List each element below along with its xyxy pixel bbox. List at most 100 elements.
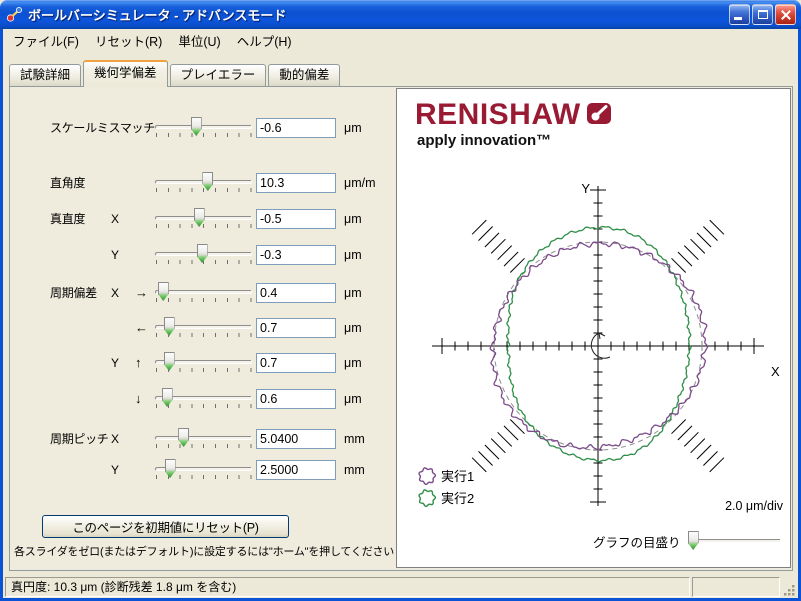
x-axis-label: X — [771, 364, 780, 379]
resize-grip[interactable] — [782, 583, 796, 597]
title-bar[interactable]: ボールバーシミュレータ - アドバンスモード — [0, 0, 801, 29]
unit-label: mm — [344, 427, 365, 451]
slider-track[interactable] — [155, 290, 252, 294]
input-squareness[interactable] — [256, 173, 336, 193]
menu-bar: ファイル(F) リセット(R) 単位(U) ヘルプ(H) — [3, 29, 798, 52]
menu-reset[interactable]: リセット(R) — [87, 28, 170, 53]
slider-thumb[interactable] — [688, 531, 699, 550]
row-straightness-y: Y μm — [0, 243, 396, 267]
tab-test-details[interactable]: 試験詳細 — [9, 64, 81, 86]
plot-panel: RENISHAW apply innovation™ Y X 実行1 実行2 2… — [396, 88, 791, 568]
slider-track[interactable] — [155, 125, 252, 129]
status-roundness-text: 真円度: 10.3 μm (診断残差 1.8 μm を含む) — [5, 577, 690, 597]
row-squareness: 直角度 μm/m — [0, 171, 396, 195]
app-window: ボールバーシミュレータ - アドバンスモード ファイル(F) リセット(R) 単… — [0, 0, 801, 601]
slider-track[interactable] — [155, 436, 252, 440]
slider-ticks — [156, 188, 252, 192]
close-icon — [780, 14, 792, 16]
reset-page-button[interactable]: このページを初期値にリセット(P) — [42, 515, 289, 538]
graph-scale-slider[interactable] — [689, 530, 781, 554]
slider-cyclic-error-x-backward[interactable] — [155, 316, 252, 340]
slider-hint-text: 各スライダをゼロ(またはデフォルト)に設定するには"ホーム"を押してください — [14, 543, 390, 559]
slider-cyclic-error-x-forward[interactable] — [155, 281, 252, 305]
arrow-down-icon: ↓ — [135, 387, 142, 411]
slider-cyclic-pitch-x[interactable] — [155, 427, 252, 451]
label-straightness: 真直度 — [50, 207, 85, 231]
slider-ticks — [156, 224, 252, 228]
slider-ticks — [156, 260, 252, 264]
arrow-left-icon: ← — [135, 316, 148, 340]
graph-scale-label: グラフの目盛り — [593, 530, 681, 556]
axis-letter-y: Y — [111, 243, 119, 267]
slider-ticks — [156, 298, 252, 302]
legend-run1-label: 実行1 — [441, 469, 474, 484]
minimize-icon — [734, 17, 742, 20]
graph-scale-row: グラフの目盛り — [397, 530, 792, 556]
slider-scale-mismatch[interactable] — [155, 116, 252, 140]
slider-straightness-y[interactable] — [155, 243, 252, 267]
unit-label: mm — [344, 458, 365, 482]
unit-label: μm — [344, 281, 362, 305]
axis-letter-x: X — [111, 207, 119, 231]
input-cyclic-pitch-y[interactable] — [256, 460, 336, 480]
renishaw-logo: RENISHAW apply innovation™ — [415, 99, 612, 149]
ballbar-polar-plot: Y X 実行1 実行2 2.0 μm/div — [397, 169, 792, 531]
row-straightness-x: 真直度 X μm — [0, 207, 396, 231]
status-aux-pane — [692, 577, 780, 597]
plot-scale-label: 2.0 μm/div — [725, 499, 784, 513]
brand-tagline: apply innovation™ — [417, 132, 612, 149]
window-title: ボールバーシミュレータ - アドバンスモード — [28, 5, 729, 24]
plot-axes — [432, 186, 764, 506]
row-cyclic-error-x-forward: 周期偏差 X → μm — [0, 281, 396, 305]
input-cyclic-error-y-up[interactable] — [256, 353, 336, 373]
input-straightness-y[interactable] — [256, 245, 336, 265]
label-cyclic-error: 周期偏差 — [50, 281, 97, 305]
slider-cyclic-error-y-up[interactable] — [155, 351, 252, 375]
maximize-icon — [758, 10, 768, 19]
menu-file[interactable]: ファイル(F) — [5, 28, 87, 53]
unit-label: μm/m — [344, 171, 376, 195]
brand-name: RENISHAW — [415, 99, 581, 131]
row-cyclic-error-y-down: ↓ μm — [0, 387, 396, 411]
menu-help[interactable]: ヘルプ(H) — [229, 28, 300, 53]
y-axis-label: Y — [581, 181, 590, 196]
app-icon — [6, 6, 23, 23]
row-cyclic-error-y-up: Y ↑ μm — [0, 351, 396, 375]
unit-label: μm — [344, 116, 362, 140]
tab-geometric-deviation[interactable]: 幾何学偏差 — [83, 60, 168, 87]
axis-letter-y: Y — [111, 458, 119, 482]
input-cyclic-error-x-forward[interactable] — [256, 283, 336, 303]
axis-letter-x: X — [111, 281, 119, 305]
legend-run2-icon — [419, 490, 435, 506]
slider-cyclic-error-y-down[interactable] — [155, 387, 252, 411]
label-cyclic-pitch: 周期ピッチ — [50, 427, 109, 451]
slider-straightness-x[interactable] — [155, 207, 252, 231]
minimize-button[interactable] — [729, 4, 750, 25]
arrow-up-icon: ↑ — [135, 351, 142, 375]
input-cyclic-error-y-down[interactable] — [256, 389, 336, 409]
renishaw-logomark-icon — [586, 102, 612, 126]
maximize-button[interactable] — [752, 4, 773, 25]
unit-label: μm — [344, 243, 362, 267]
unit-label: μm — [344, 316, 362, 340]
axis-letter-y: Y — [111, 351, 119, 375]
arrow-right-icon: → — [135, 281, 148, 305]
slider-squareness[interactable] — [155, 171, 252, 195]
slider-cyclic-pitch-y[interactable] — [155, 458, 252, 482]
close-button[interactable] — [775, 4, 796, 25]
axis-letter-x: X — [111, 427, 119, 451]
row-scale-mismatch: スケールミスマッチ μm — [0, 116, 396, 140]
tab-dynamic-deviation[interactable]: 動的偏差 — [268, 64, 340, 86]
input-cyclic-pitch-x[interactable] — [256, 429, 336, 449]
input-scale-mismatch[interactable] — [256, 118, 336, 138]
slider-track[interactable] — [689, 539, 781, 543]
tab-play-error[interactable]: プレイエラー — [170, 64, 267, 86]
input-cyclic-error-x-backward[interactable] — [256, 318, 336, 338]
label-squareness: 直角度 — [50, 171, 85, 195]
status-bar: 真円度: 10.3 μm (診断残差 1.8 μm を含む) — [3, 576, 798, 598]
menu-units[interactable]: 単位(U) — [170, 28, 228, 53]
slider-ticks — [156, 444, 252, 448]
row-cyclic-pitch-y: Y mm — [0, 458, 396, 482]
slider-ticks — [156, 133, 252, 137]
input-straightness-x[interactable] — [256, 209, 336, 229]
